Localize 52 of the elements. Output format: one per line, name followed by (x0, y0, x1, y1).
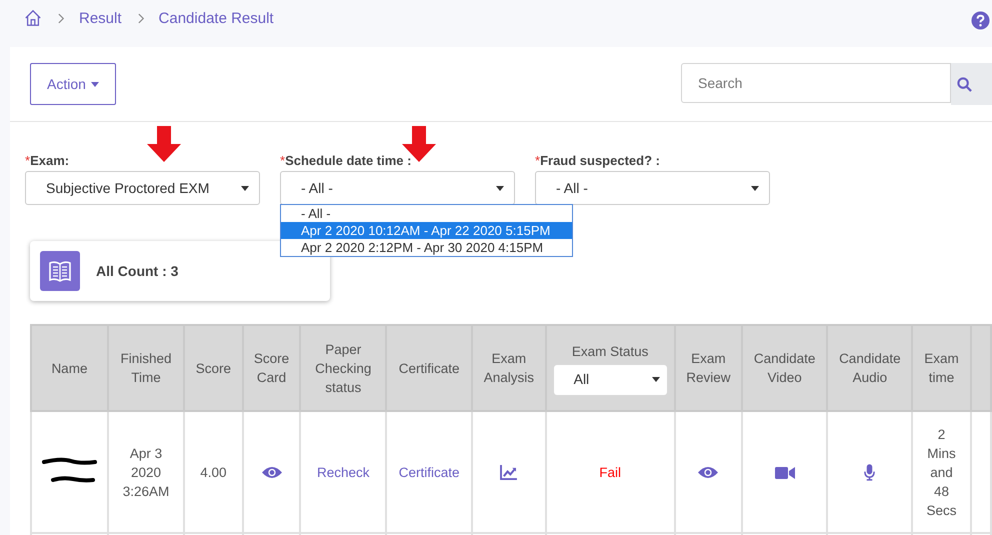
column-header: Exam Analysis (482, 350, 536, 387)
video-camera-icon[interactable] (774, 466, 795, 480)
caret-icon (652, 377, 660, 382)
dropdown-option[interactable]: Apr 2 2020 2:12PM - Apr 30 2020 4:15PM (281, 239, 572, 256)
table-cell-text: Apr 3 2020 3:26AM (122, 444, 170, 500)
required-mark: * (280, 153, 286, 168)
column-header: Score Card (252, 350, 290, 387)
chart-icon[interactable] (500, 465, 518, 480)
action-button[interactable]: Action (30, 63, 116, 105)
field-label: Exam: (30, 153, 70, 168)
dropdown-option[interactable]: - All - (281, 205, 572, 222)
field-label: Schedule date time : (285, 153, 412, 168)
select-dropdown[interactable]: Subjective Proctored EXM (25, 171, 260, 205)
column-header: Exam Status (570, 342, 650, 360)
select-dropdown[interactable]: - All - (535, 171, 770, 205)
table-link[interactable]: Recheck (316, 464, 370, 480)
status-text: Fail (599, 464, 621, 480)
eye-icon[interactable] (262, 466, 282, 480)
breadcrumb-link[interactable]: Result (79, 10, 122, 26)
home-icon (24, 9, 42, 27)
column-header: Name (50, 360, 88, 378)
search-field[interactable]: Search (681, 63, 951, 103)
chevron-icon (58, 12, 65, 24)
dropdown-option[interactable]: Apr 2 2020 10:12AM - Apr 22 2020 5:15PM (281, 222, 572, 239)
column-header: Candidate Video (752, 350, 816, 387)
column-header: Paper Checking status (314, 340, 372, 396)
caret-icon (241, 186, 249, 190)
eye-icon[interactable] (698, 466, 718, 480)
table-cell-text: 2 Mins and 48 Secs (926, 426, 957, 520)
search-button[interactable] (951, 63, 992, 105)
table-cell-text: 4.00 (200, 464, 226, 482)
book-icon (40, 251, 80, 291)
chevron-icon (138, 12, 145, 24)
column-header: Exam time (923, 350, 960, 387)
required-mark: * (535, 153, 540, 168)
caret-icon (90, 82, 99, 86)
select-dropdown[interactable]: All (554, 364, 667, 394)
column-header: Finished Time (120, 350, 173, 387)
caret-icon (751, 186, 759, 190)
column-header: Score (194, 360, 232, 378)
breadcrumb-link[interactable]: Candidate Result (158, 10, 274, 26)
caret-icon (496, 186, 504, 190)
column-header: Certificate (398, 360, 460, 378)
table-link[interactable]: Certificate (398, 464, 460, 480)
required-mark: * (25, 153, 30, 168)
column-header: Exam Review (685, 350, 732, 387)
microphone-icon[interactable] (864, 464, 876, 482)
count-label: All Count : 3 (96, 263, 178, 279)
field-label: Fraud suspected? : (540, 153, 660, 168)
column-header: Candidate Audio (838, 350, 902, 387)
search-icon (957, 76, 972, 92)
help-icon (971, 11, 990, 30)
